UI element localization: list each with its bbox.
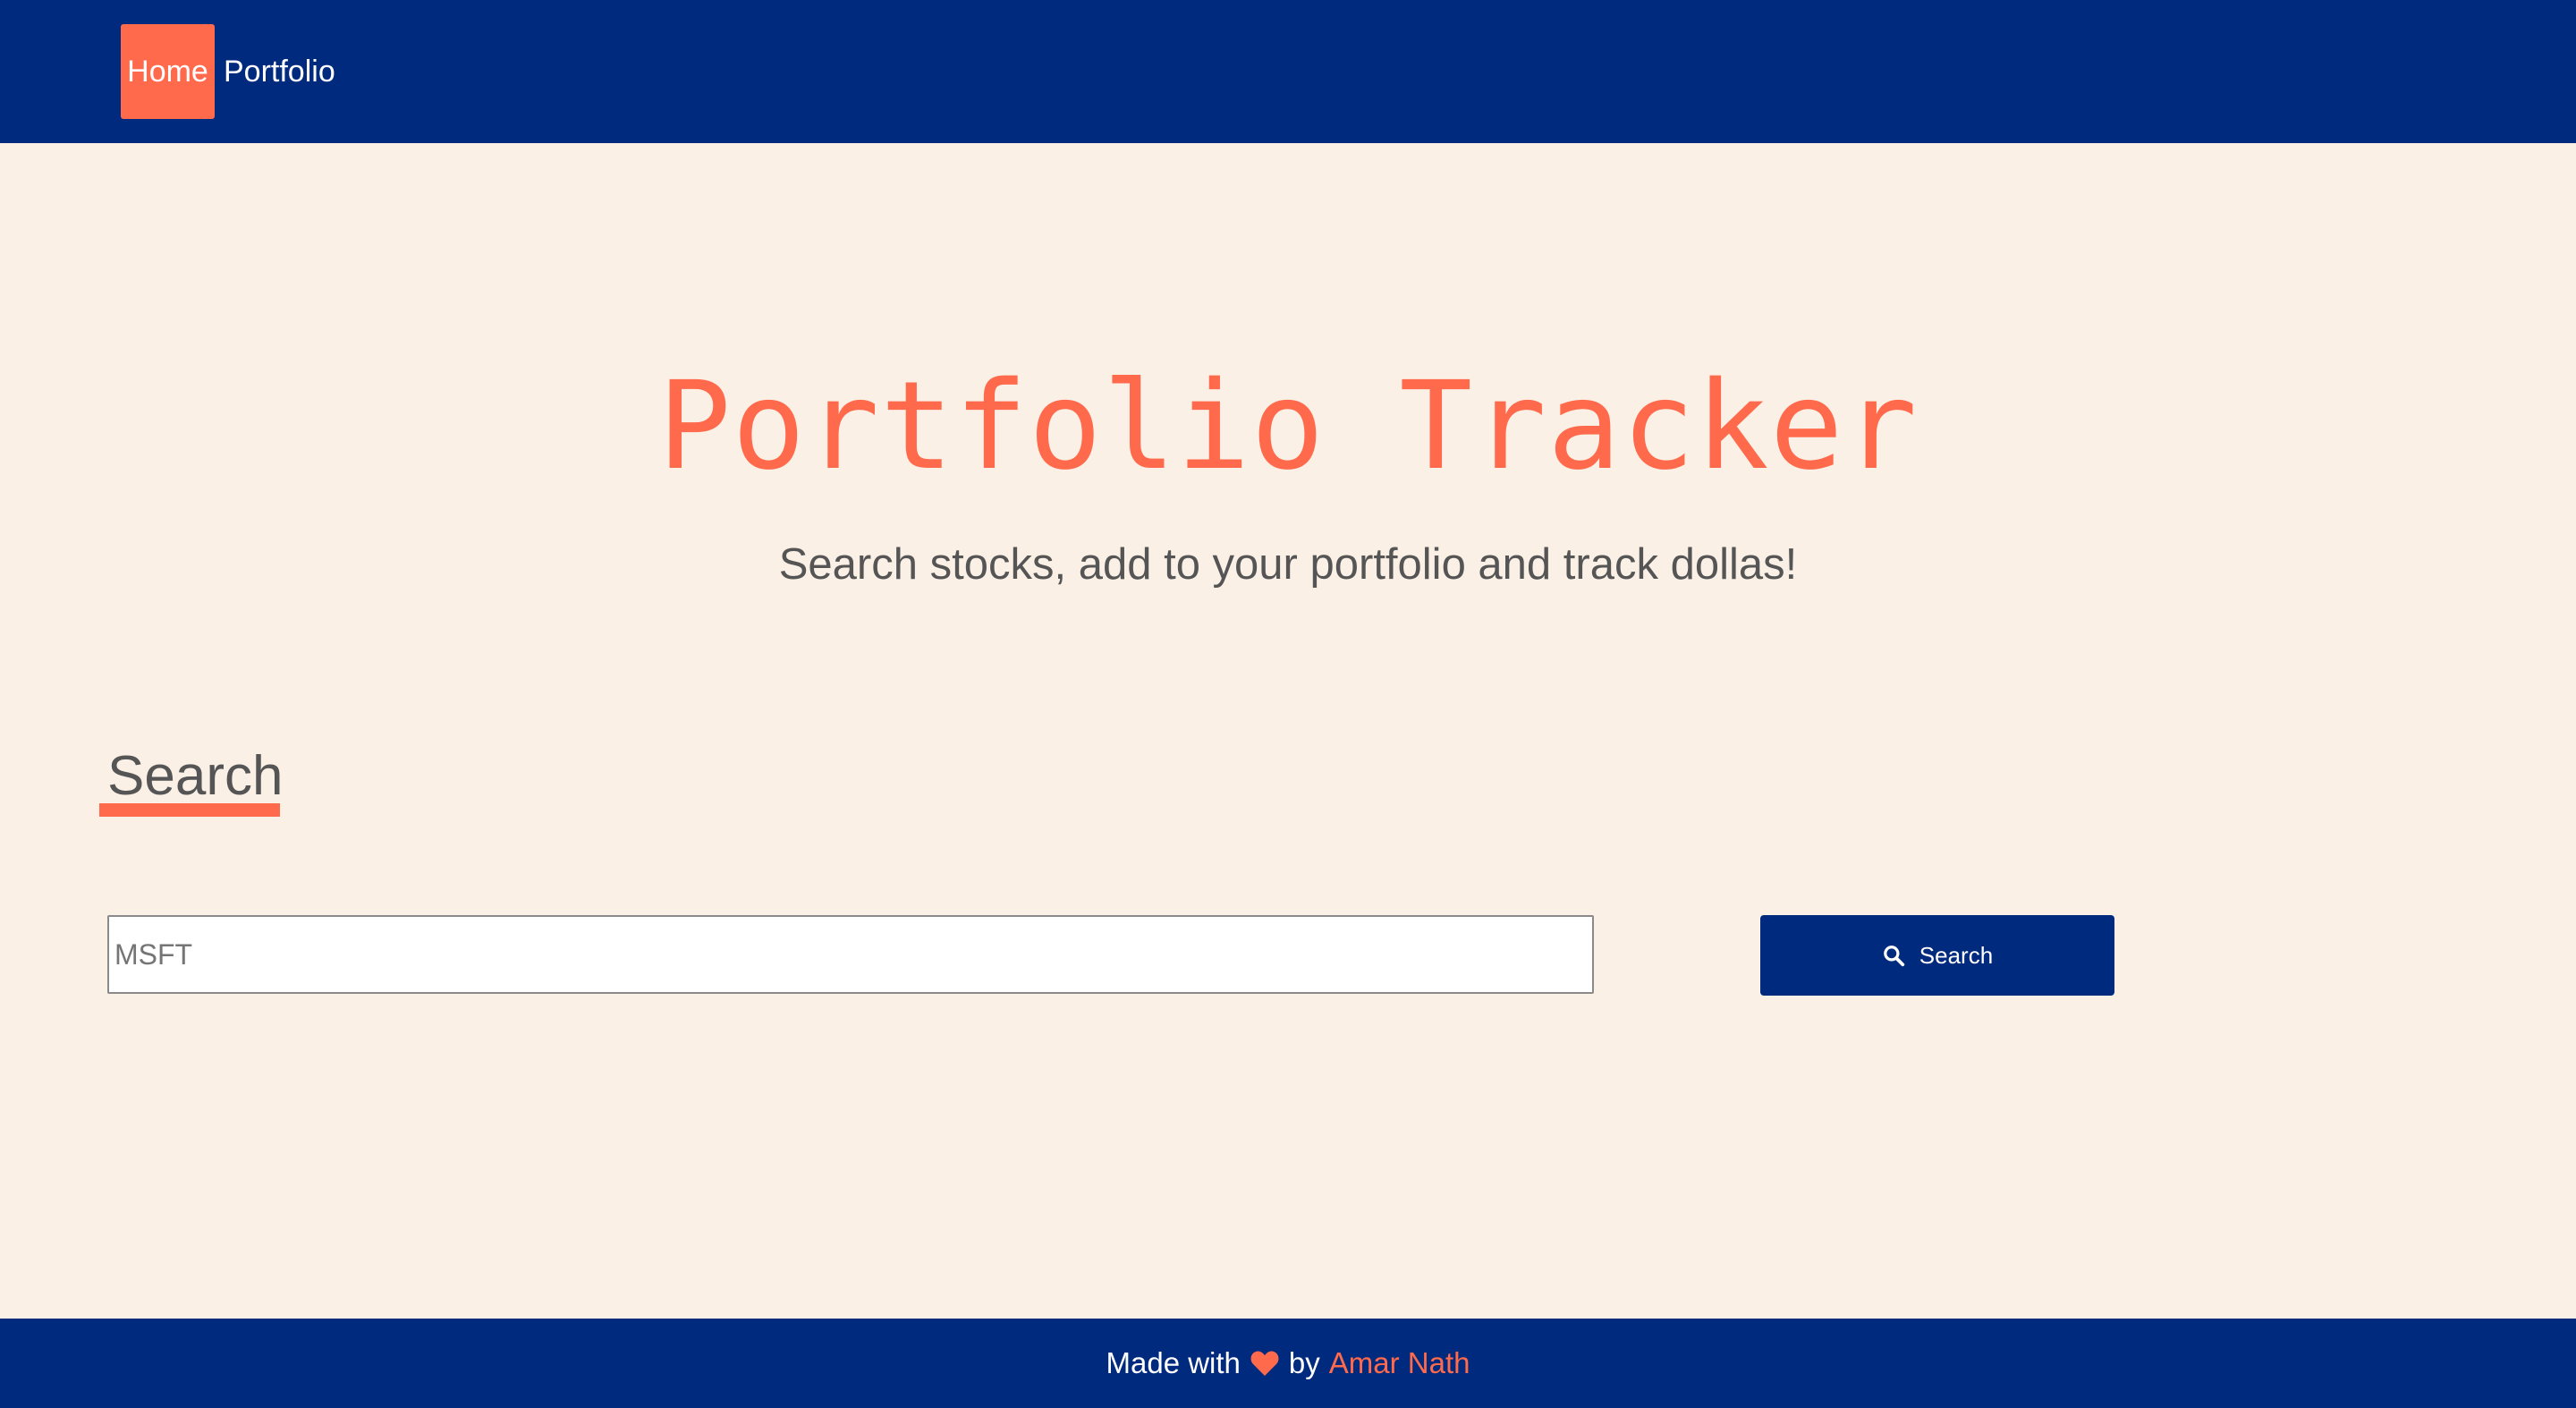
nav-item-portfolio[interactable]: Portfolio [224,24,335,119]
search-heading-underline [99,803,280,817]
heart-icon [1250,1350,1280,1377]
nav-item-home[interactable]: Home [121,24,215,119]
search-button[interactable]: Search [1760,915,2114,996]
stock-search-input[interactable] [107,915,1594,994]
footer-by-text: by [1288,1346,1320,1379]
search-icon [1882,944,1905,967]
top-navbar: Home Portfolio [0,0,2576,143]
footer: Made with by Amar Nath [0,1319,2576,1408]
search-section-heading: Search [107,745,284,807]
search-button-label: Search [1919,941,1994,969]
page-title: Portfolio Tracker [657,356,1919,497]
footer-made-with-text: Made with [1106,1346,1241,1379]
page-subtitle: Search stocks, add to your portfolio and… [778,540,1798,589]
page: Home Portfolio Portfolio Tracker Search … [0,0,2576,1408]
footer-author-link[interactable]: Amar Nath [1329,1346,1470,1380]
